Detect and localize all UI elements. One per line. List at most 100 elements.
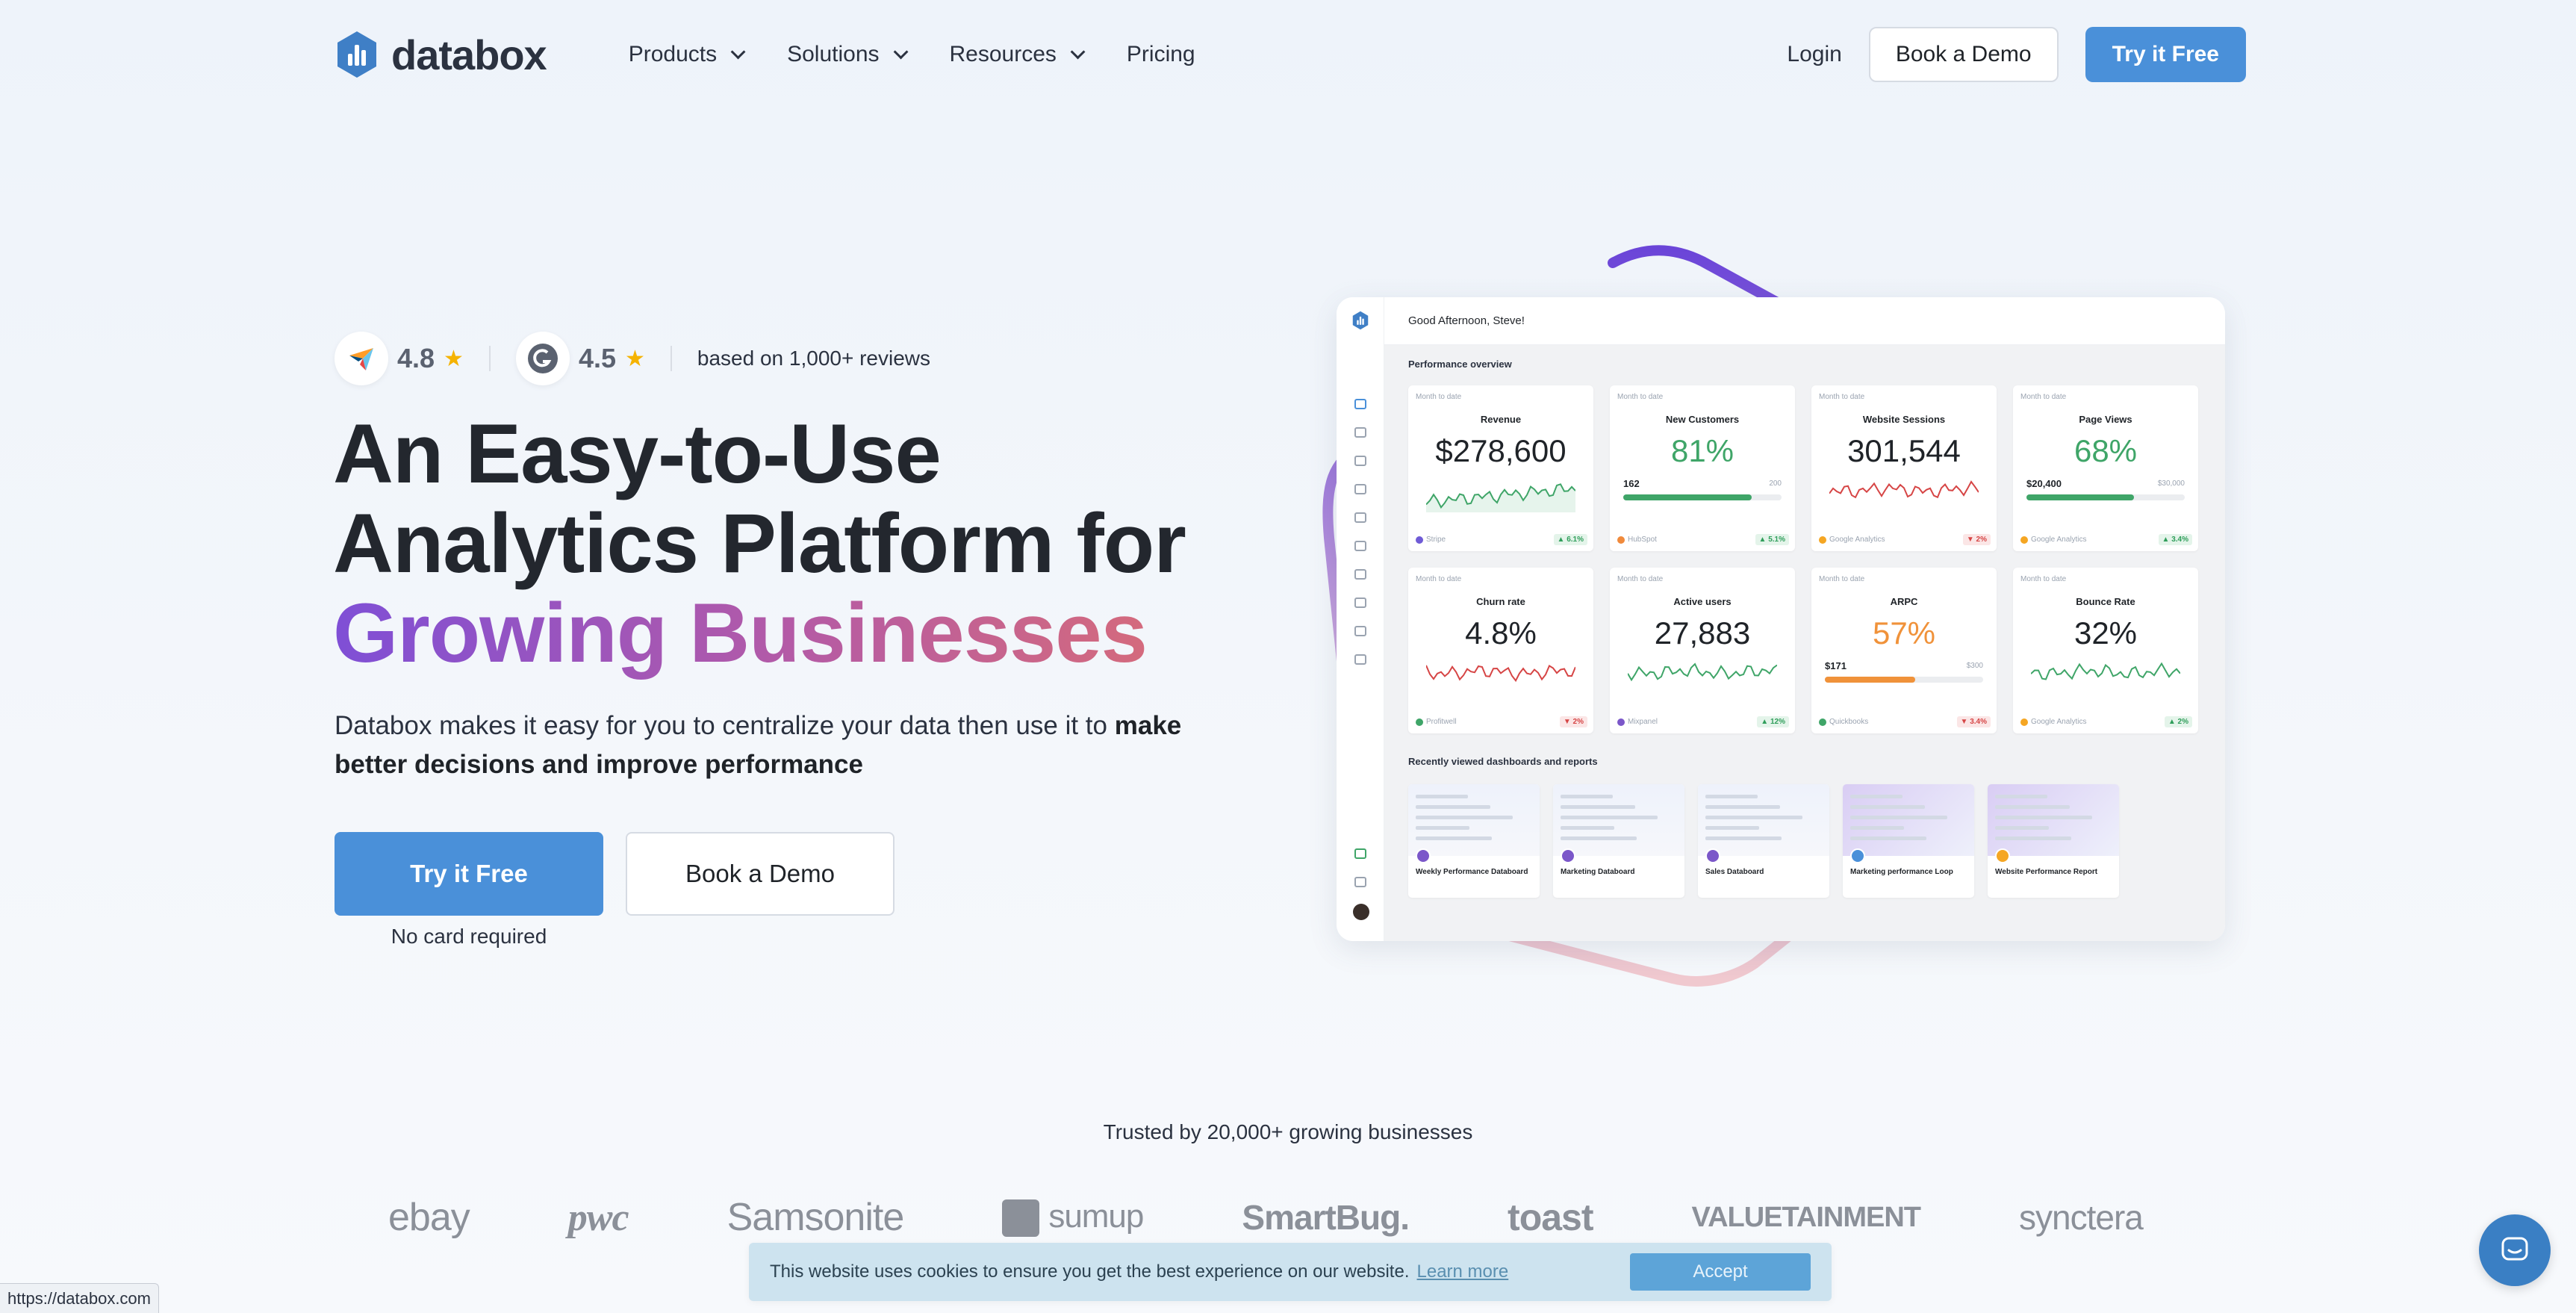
- metric-card[interactable]: Month to date Website Sessions 301,544 Goog…: [1811, 385, 1997, 551]
- source-logo-icon: [1617, 718, 1625, 726]
- thumbnail-row: [1416, 836, 1493, 840]
- header-try-free-button[interactable]: Try it Free: [2085, 27, 2246, 82]
- thumbnail-row: [1995, 795, 2048, 798]
- chat-launcher-button[interactable]: [2479, 1214, 2551, 1286]
- header-book-demo-button[interactable]: Book a Demo: [1868, 27, 2059, 82]
- goals-icon[interactable]: [1354, 484, 1366, 494]
- sparkline: [1426, 665, 1575, 683]
- alerts-icon[interactable]: [1354, 569, 1366, 580]
- capterra-score: 4.8: [397, 343, 435, 373]
- dashboard-greeting: Good Afternoon, Steve!: [1384, 297, 2225, 345]
- month-to-date-label: Month to date: [1617, 575, 1664, 583]
- progress-target: 200: [1769, 479, 1782, 488]
- month-to-date-label: Month to date: [2020, 393, 2067, 401]
- hero-cta-row: Try it Free Book a Demo: [335, 832, 895, 916]
- metric-card[interactable]: Month to date Revenue $278,600 Stripe ▲ 6.1%: [1408, 385, 1593, 551]
- nav-pricing[interactable]: Pricing: [1127, 42, 1195, 67]
- integrations-icon[interactable]: [1354, 654, 1366, 665]
- dashboard-sidebar: [1337, 297, 1384, 941]
- month-to-date-label: Month to date: [2020, 575, 2067, 583]
- metric-change-badge: ▲ 12%: [1757, 716, 1789, 727]
- metric-value: $278,600: [1435, 433, 1567, 468]
- hero-try-free-button[interactable]: Try it Free: [335, 832, 603, 916]
- thumbnail-row: [1850, 836, 1927, 840]
- cookie-text: This website uses cookies to ensure you …: [770, 1261, 1410, 1282]
- cookie-accept-button[interactable]: Accept: [1630, 1253, 1811, 1291]
- databox-logo[interactable]: databox: [335, 30, 547, 79]
- nav-pricing-label: Pricing: [1126, 42, 1195, 66]
- metric-change-badge: ▼ 2%: [1559, 716, 1587, 727]
- thumbnail-row: [1995, 826, 2050, 830]
- help-icon[interactable]: [1354, 877, 1366, 887]
- avatar[interactable]: [1353, 904, 1369, 920]
- hero-book-demo-button[interactable]: Book a Demo: [626, 832, 895, 916]
- sparkline: [1829, 480, 1979, 499]
- dashboard-body: Performance overview Month to date Revenu…: [1384, 345, 2225, 941]
- video-icon[interactable]: [1354, 512, 1366, 523]
- search-icon[interactable]: [1354, 597, 1366, 608]
- reports-icon[interactable]: [1354, 456, 1366, 466]
- source-logo-icon: [1819, 718, 1826, 726]
- hero-title: An Easy-to-Use Analytics Platform for Gr…: [333, 409, 1186, 678]
- gift-icon[interactable]: [1354, 848, 1366, 859]
- hero-title-line3: Growing Businesses: [333, 586, 1148, 680]
- source-logo-icon: [2020, 718, 2028, 726]
- logo-text: databox: [391, 31, 547, 78]
- recent-dashboard-thumbnail[interactable]: Marketing Databoard: [1553, 784, 1684, 898]
- metric-source: Google Analytics: [1819, 536, 1885, 544]
- thumbnail-label: Marketing Databoard: [1561, 868, 1635, 876]
- metric-card[interactable]: Month to date Churn rate 4.8% Profitwell ▼ 2…: [1408, 568, 1593, 733]
- progress-track: [1623, 494, 1782, 500]
- metric-title: ARPC: [1890, 596, 1918, 607]
- progress-target: $30,000: [2157, 479, 2185, 488]
- metrics-icon[interactable]: [1354, 541, 1366, 551]
- sparkline-path: [1426, 665, 1575, 683]
- source-name: Quickbooks: [1829, 718, 1869, 726]
- sparkline: [1426, 483, 1575, 512]
- month-to-date-label: Month to date: [1416, 393, 1462, 401]
- metric-card[interactable]: Month to date Active users 27,883 Mixpanel ▲…: [1610, 568, 1795, 733]
- metric-card[interactable]: Month to date Page Views 68% $20,400 $30,000…: [2013, 385, 2198, 551]
- hero-description: Databox makes it easy for you to central…: [335, 707, 1253, 784]
- thumbnail-row: [1850, 816, 1948, 819]
- main-nav: Products Solutions Resources Pricing: [629, 42, 1195, 67]
- source-name: Mixpanel: [1628, 718, 1658, 726]
- sparkline-path: [1628, 662, 1777, 682]
- metric-card[interactable]: Month to date New Customers 81% 162 200 HubSp…: [1610, 385, 1795, 551]
- sparkline: [2031, 662, 2180, 680]
- sparkline-path: [1829, 480, 1979, 499]
- hero-desc-plain: Databox makes it easy for you to central…: [335, 711, 1115, 740]
- databox-logo-icon: [1352, 311, 1369, 330]
- metric-card[interactable]: Month to date Bounce Rate 32% Google Analyt…: [2013, 568, 2198, 733]
- chevron-down-icon: [893, 44, 908, 60]
- recent-dashboard-thumbnail[interactable]: Sales Databoard: [1698, 784, 1829, 898]
- cookie-learn-more-link[interactable]: Learn more: [1417, 1261, 1509, 1282]
- metric-card[interactable]: Month to date ARPC 57% $171 $300 Quickbooks ▼ …: [1811, 568, 1997, 733]
- thumbnail-row: [1561, 816, 1658, 819]
- nav-resources[interactable]: Resources: [950, 42, 1086, 67]
- chevron-down-icon: [730, 44, 746, 60]
- thumbnail-label: Website Performance Report: [1995, 868, 2098, 876]
- login-link[interactable]: Login: [1787, 42, 1841, 67]
- nav-solutions[interactable]: Solutions: [787, 42, 908, 67]
- capterra-rating[interactable]: 4.8 ★: [335, 332, 464, 385]
- home-icon[interactable]: [1354, 399, 1366, 409]
- metric-source: Mixpanel: [1617, 718, 1658, 726]
- source-name: Google Analytics: [2031, 718, 2087, 726]
- divider: [488, 346, 491, 371]
- performance-overview-title: Performance overview: [1408, 358, 1512, 370]
- g2-rating[interactable]: 4.5 ★: [515, 332, 645, 385]
- sparkline: [1628, 662, 1777, 682]
- g2-logo-icon: [515, 332, 570, 385]
- recent-dashboard-thumbnail[interactable]: Marketing performance Loop: [1843, 784, 1974, 898]
- metric-source: Google Analytics: [2020, 536, 2087, 544]
- metric-change-badge: ▼ 3.4%: [1956, 716, 1991, 727]
- dashboard-icon[interactable]: [1354, 427, 1366, 438]
- thumbnail-row: [1995, 816, 2093, 819]
- progress-fill: [2026, 494, 2135, 500]
- settings-icon[interactable]: [1354, 626, 1366, 636]
- recent-dashboard-thumbnail[interactable]: Website Performance Report: [1988, 784, 2119, 898]
- nav-products[interactable]: Products: [629, 42, 746, 67]
- thumbnail-row: [1561, 836, 1637, 840]
- recent-dashboard-thumbnail[interactable]: Weekly Performance Databoard: [1408, 784, 1540, 898]
